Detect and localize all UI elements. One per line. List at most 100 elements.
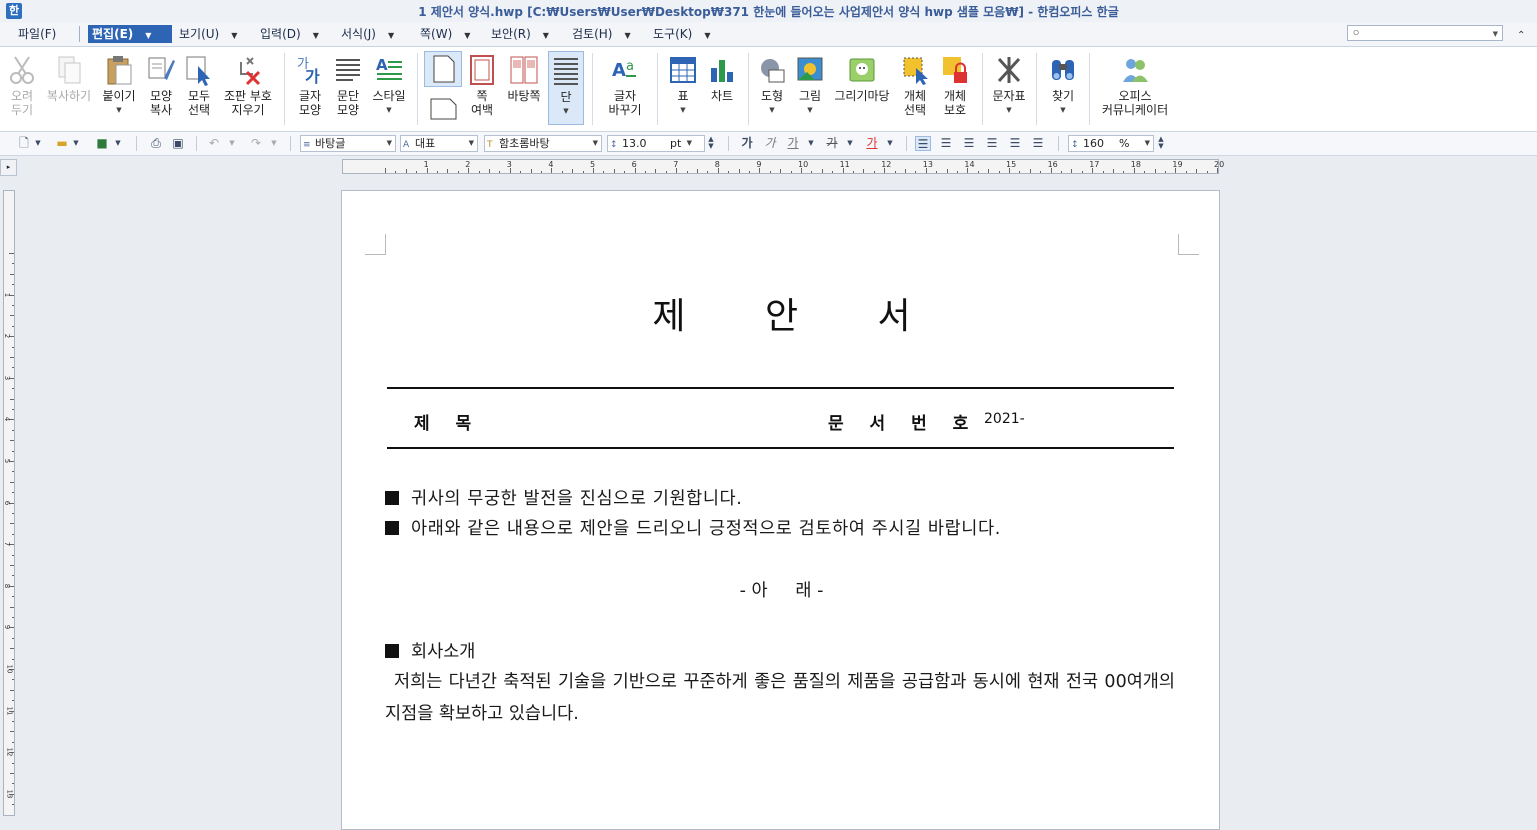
chevron-down-icon[interactable]: ▼ [224, 136, 240, 151]
chevron-down-icon[interactable]: ▼ [882, 136, 898, 151]
shape-button[interactable]: 도형 ▼ [754, 51, 790, 125]
chevron-down-icon[interactable]: ▼ [1493, 26, 1498, 42]
select-all-button[interactable]: 모두 선택 [181, 51, 217, 125]
menu-security[interactable]: 보안(R) ▼ [487, 25, 553, 43]
print-icon[interactable]: ⎙ [148, 136, 164, 151]
align-split-icon[interactable]: ☰ [1030, 136, 1046, 151]
chart-button[interactable]: 차트 [704, 51, 740, 125]
language-select[interactable]: A 대표 ▼ [400, 135, 478, 152]
page-margin-button[interactable]: 쪽 여백 [464, 51, 500, 125]
menu-tools[interactable]: 도구(K) ▼ [649, 25, 714, 43]
chevron-down-icon[interactable]: ▼ [110, 136, 126, 151]
format-copy-button[interactable]: 모양 복사 [143, 51, 179, 125]
align-distribute-icon[interactable]: ☰ [1007, 136, 1023, 151]
menu-security-label: 보안(R) [491, 27, 531, 41]
menu-insert[interactable]: 입력(D) ▼ [256, 25, 323, 43]
table-label: 표 [677, 89, 689, 103]
ruler-number: 14 [964, 160, 975, 169]
cut-button[interactable]: 오려 두기 [4, 51, 40, 125]
para-shape-button[interactable]: 문단 모양 [330, 51, 366, 125]
redo-icon[interactable]: ↷ [248, 136, 264, 151]
align-center-icon[interactable]: ☰ [961, 136, 977, 151]
paste-label: 붙이기 [102, 89, 136, 103]
ruler-number: 1 [423, 160, 429, 169]
font-size-spinner[interactable]: ▲ ▼ [705, 136, 717, 151]
menu-review[interactable]: 검토(H) ▼ [568, 25, 635, 43]
align-left-icon[interactable]: ☰ [938, 136, 954, 151]
strikethrough-button[interactable]: 가 [824, 136, 840, 151]
menu-format[interactable]: 서식(J) ▼ [337, 25, 398, 43]
bold-button[interactable]: 가 [739, 136, 755, 151]
title-bar: 한 1 제안서 양식.hwp [C:₩Users₩User₩Desktop₩37… [0, 0, 1537, 22]
paste-button[interactable]: 붙이기 ▼ [98, 51, 140, 125]
copy-button[interactable]: 복사하기 [44, 51, 94, 125]
line-spacing-spinner[interactable]: ▲ ▼ [1155, 136, 1167, 151]
proposal-line: 아래와 같은 내용으로 제안을 드리오니 긍정적으로 검토하여 주시길 바랍니다… [385, 515, 1001, 540]
clear-marks-button[interactable]: 조판 부호 지우기 [220, 51, 276, 125]
line-spacing-select[interactable]: ↕ 160% ▼ [1068, 135, 1154, 152]
ribbon-divider [592, 53, 593, 125]
font-select[interactable]: T 함초롬바탕 ▼ [484, 135, 602, 152]
square-bullet-icon [385, 491, 399, 505]
find-button[interactable]: 찾기 ▼ [1043, 51, 1083, 125]
chevron-down-icon[interactable]: ▼ [1043, 103, 1083, 117]
picture-button[interactable]: 그림 ▼ [792, 51, 828, 125]
toolbar-divider [728, 136, 729, 151]
ruler-corner-button[interactable]: ▸ [0, 159, 17, 176]
undo-icon[interactable]: ↶ [206, 136, 222, 151]
ruler-number: 20 [1214, 160, 1225, 169]
menu-view[interactable]: 보기(U) ▼ [175, 25, 241, 43]
background-page-button[interactable]: 바탕쪽 [504, 51, 544, 125]
menu-search-input[interactable]: ㅇ ▼ [1347, 25, 1503, 41]
column-button[interactable]: 단 ▼ [548, 51, 584, 125]
doc-number-value[interactable]: 2021- [984, 411, 1025, 427]
office-communicator-button[interactable]: 오피스 커뮤니케이터 [1095, 51, 1175, 125]
ruler-number: 18 [1130, 160, 1141, 169]
chevron-down-icon[interactable]: ▼ [549, 104, 583, 118]
ruler-tick [769, 171, 771, 173]
menu-edit[interactable]: 편집(E) ▼ [88, 25, 172, 43]
ruler-number: 5 [3, 458, 12, 464]
horizontal-ruler[interactable]: 1 2 3 4 5 6 7 8 9 10 11 12 13 14 15 16 17 18 19 20 [342, 159, 1224, 174]
italic-button[interactable]: 가 [762, 136, 778, 151]
chevron-down-icon[interactable]: ▼ [30, 136, 46, 151]
chevron-down-icon[interactable]: ▼ [68, 136, 84, 151]
document-page[interactable]: 제 안 서 제 목 문 서 번 호 2021- 귀사의 무궁한 발전을 진심으로… [341, 190, 1220, 830]
doc-number-label: 문 서 번 호 [828, 414, 979, 434]
char-map-button[interactable]: 문자표 ▼ [988, 51, 1030, 125]
chevron-down-icon[interactable]: ▼ [803, 136, 819, 151]
font-size-select[interactable]: ↕ 13.0 pt ▼ [607, 135, 705, 152]
save-icon[interactable]: ■ [94, 136, 110, 151]
char-replace-button[interactable]: Aa 글자 바꾸기 [600, 51, 650, 125]
page-landscape-button[interactable] [424, 93, 462, 123]
underline-button[interactable]: 가 [785, 136, 801, 151]
vertical-ruler[interactable]: 1 2 3 4 5 6 7 8 9 10 11 12 13 [3, 190, 15, 816]
font-color-button[interactable]: 가 [864, 136, 880, 151]
chevron-down-icon[interactable]: ▼ [754, 103, 790, 117]
page-portrait-button[interactable] [424, 51, 462, 87]
menu-page[interactable]: 쪽(W) ▼ [416, 25, 474, 43]
drawing-board-button[interactable]: 그리기마당 [830, 51, 894, 125]
chevron-down-icon[interactable]: ▼ [665, 103, 701, 117]
table-button[interactable]: 표 ▼ [665, 51, 701, 125]
chevron-down-icon[interactable]: ▼ [792, 103, 828, 117]
toolbar-divider [1058, 136, 1059, 151]
chevron-down-icon[interactable]: ▼ [842, 136, 858, 151]
menu-file[interactable]: 파일(F) [14, 25, 60, 43]
char-shape-button[interactable]: 가가 글자 모양 [292, 51, 328, 125]
style-select[interactable]: ≡ 바탕글 ▼ [300, 135, 396, 152]
chevron-down-icon[interactable]: ▼ [98, 103, 140, 117]
print-preview-icon[interactable]: ▣ [170, 136, 186, 151]
chevron-down-icon[interactable]: ▼ [368, 103, 410, 117]
align-right-icon[interactable]: ☰ [984, 136, 1000, 151]
chevron-down-icon[interactable]: ▼ [266, 136, 282, 151]
style-button[interactable]: A 스타일 ▼ [368, 51, 410, 125]
ruler-tick [10, 731, 14, 733]
ruler-tick [10, 481, 14, 483]
ruler-tick [1029, 169, 1031, 173]
object-protect-button[interactable]: 개체 보호 [935, 51, 975, 125]
object-select-button[interactable]: 개체 선택 [897, 51, 933, 125]
ribbon-collapse-icon[interactable]: ⌃ [1517, 30, 1525, 41]
align-justify-icon[interactable]: ☰ [915, 136, 931, 151]
chevron-down-icon[interactable]: ▼ [988, 103, 1030, 117]
